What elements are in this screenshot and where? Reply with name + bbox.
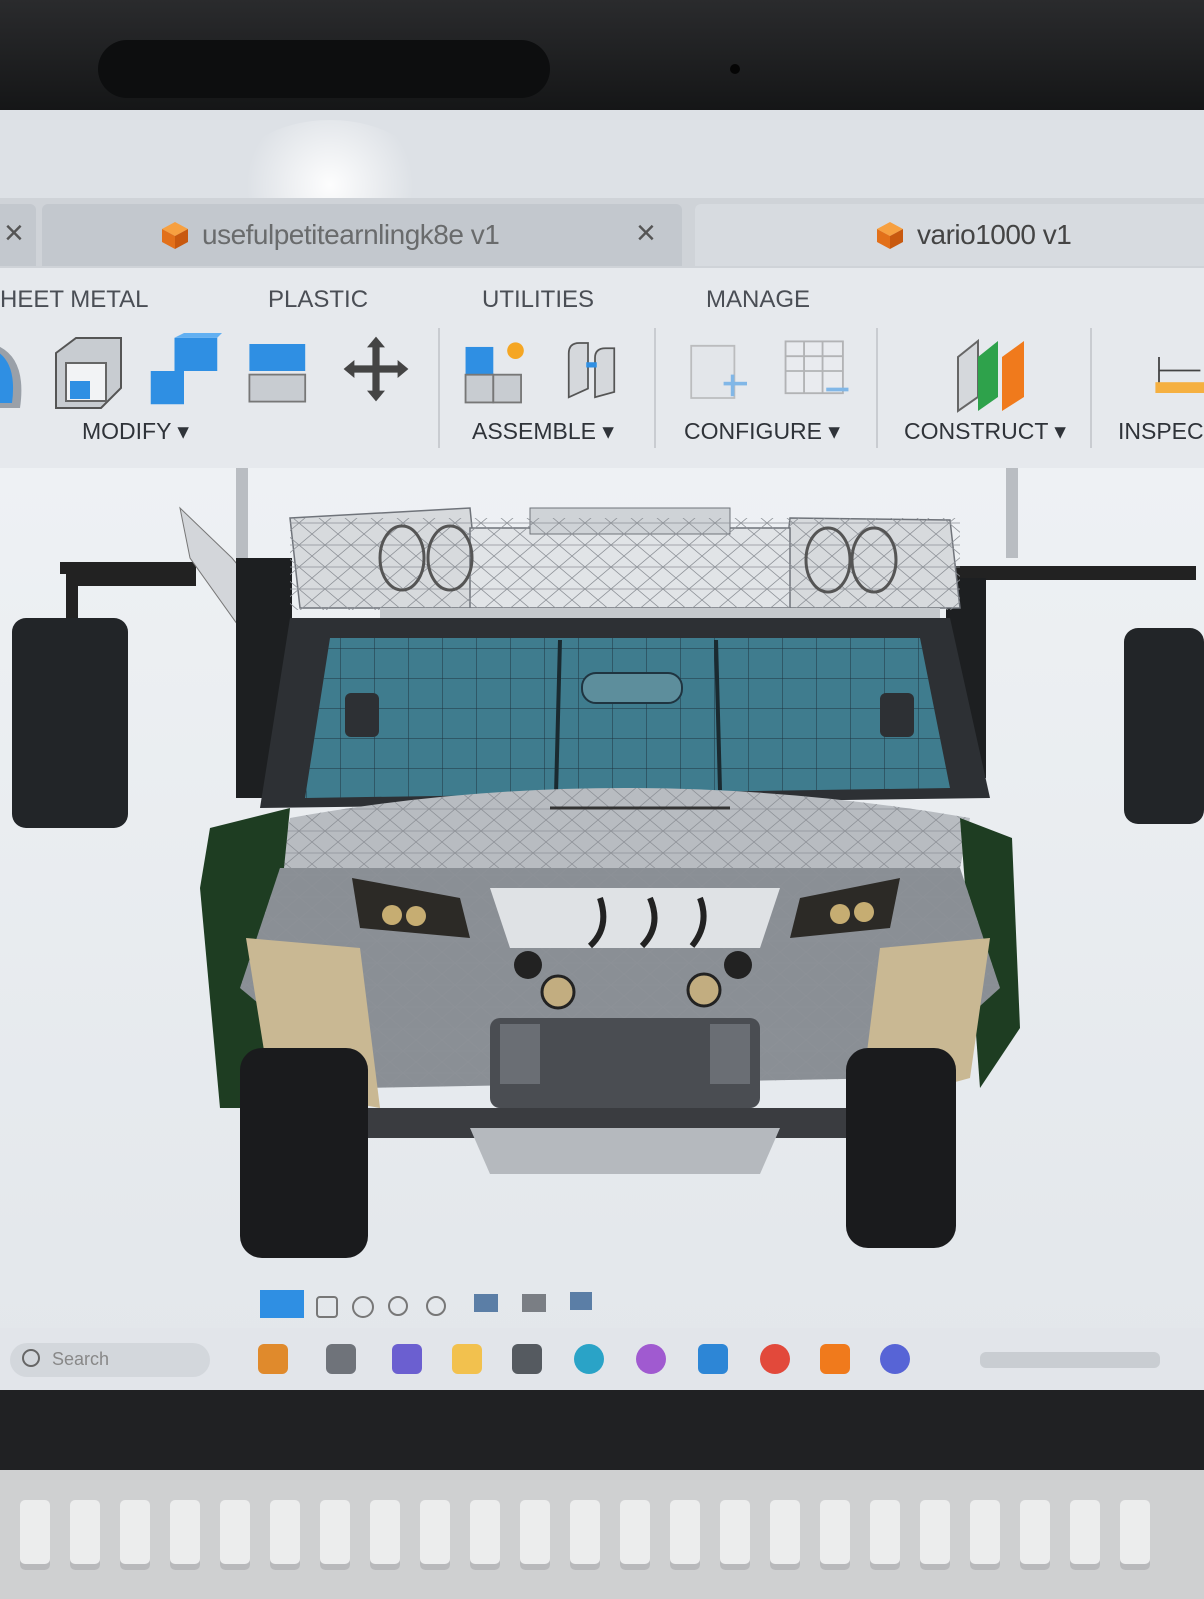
store-icon[interactable] [512, 1344, 542, 1374]
podcast-icon[interactable] [636, 1344, 666, 1374]
new-component-icon[interactable] [460, 333, 534, 409]
modify-menu[interactable]: MODIFY ▾ [82, 418, 189, 445]
keyboard-key [270, 1500, 300, 1570]
document-tab-partial[interactable]: × [0, 204, 36, 266]
zoom-window-icon[interactable] [426, 1296, 446, 1316]
keyboard-key [1020, 1500, 1050, 1570]
keyboard-key [720, 1500, 750, 1570]
keyboard-key [220, 1500, 250, 1570]
laptop-bottom-bezel [0, 1390, 1204, 1480]
keyboard-key [70, 1500, 100, 1570]
configuration-table-icon[interactable] [780, 333, 854, 409]
folder-icon[interactable] [452, 1344, 482, 1374]
file-icon[interactable] [326, 1344, 356, 1374]
keyboard-key [570, 1500, 600, 1570]
keyboard-key [770, 1500, 800, 1570]
pan-icon[interactable] [316, 1296, 338, 1318]
close-icon[interactable]: × [636, 214, 656, 253]
design-viewport[interactable] [0, 468, 1204, 1348]
tab-plastic[interactable]: PLASTIC [268, 286, 368, 314]
windows-taskbar: Search [0, 1328, 1204, 1390]
shell-icon[interactable] [46, 333, 126, 413]
keyboard-key [420, 1500, 450, 1570]
keyboard-key [20, 1500, 50, 1570]
measure-icon[interactable] [1150, 348, 1204, 402]
toolbar-separator [438, 328, 440, 448]
construct-menu[interactable]: CONSTRUCT ▾ [904, 418, 1066, 445]
taskbar-search[interactable]: Search [10, 1343, 210, 1377]
briefcase-icon[interactable] [258, 1344, 288, 1374]
keyboard-key [920, 1500, 950, 1570]
keyboard-key [120, 1500, 150, 1570]
tab-utilities[interactable]: UTILITIES [482, 286, 594, 314]
webcam-lens [730, 64, 740, 74]
webcam-strip [98, 40, 550, 98]
offset-plane-icon[interactable] [952, 333, 1032, 413]
toolbar-separator [1090, 328, 1092, 448]
keyboard-key [1120, 1500, 1150, 1570]
move-copy-icon[interactable] [340, 333, 412, 405]
hand-icon[interactable] [352, 1296, 374, 1318]
edge-browser-icon[interactable] [574, 1344, 604, 1374]
joint-icon[interactable] [560, 333, 630, 409]
laptop-top-bezel [0, 0, 1204, 115]
document-tab[interactable]: usefulpetitearnlingk8e v1 × [42, 204, 682, 266]
chrome-icon[interactable] [760, 1344, 790, 1374]
keyboard-key [970, 1500, 1000, 1570]
fusion-app-icon[interactable] [820, 1344, 850, 1374]
ribbon-toolbar: HEET METAL PLASTIC UTILITIES MANAGE MODI… [0, 268, 1204, 468]
combine-icon[interactable] [146, 333, 222, 409]
laptop-screen: × usefulpetitearnlingk8e v1 × vario1000 … [0, 110, 1204, 1390]
application-title-bar [0, 110, 1204, 198]
tab-sheet-metal[interactable]: HEET METAL [0, 286, 148, 314]
inspect-menu[interactable]: INSPEC [1118, 418, 1204, 445]
search-placeholder: Search [52, 1349, 110, 1369]
keyboard-key [520, 1500, 550, 1570]
viewports-icon[interactable] [570, 1292, 592, 1310]
document-tab-active[interactable]: vario1000 v1 [695, 204, 1204, 266]
close-icon[interactable]: × [4, 214, 24, 253]
keyboard-key [470, 1500, 500, 1570]
keyboard-key [320, 1500, 350, 1570]
keyboard-key [170, 1500, 200, 1570]
assemble-menu[interactable]: ASSEMBLE ▾ [472, 418, 614, 445]
system-tray-icons[interactable] [980, 1352, 1160, 1368]
keyboard-key [370, 1500, 400, 1570]
zoom-icon[interactable] [388, 1296, 408, 1316]
vscode-icon[interactable] [698, 1344, 728, 1374]
grid-settings-icon[interactable] [522, 1294, 546, 1312]
keyboard-key [870, 1500, 900, 1570]
display-settings-icon[interactable] [474, 1294, 498, 1312]
toolbar-separator [876, 328, 878, 448]
keyboard-key [820, 1500, 850, 1570]
chat-icon[interactable] [392, 1344, 422, 1374]
search-icon [22, 1349, 40, 1367]
tab-label: vario1000 v1 [917, 219, 1072, 250]
toolbar-separator [654, 328, 656, 448]
tab-label: usefulpetitearnlingk8e v1 [202, 219, 500, 250]
tab-manage[interactable]: MANAGE [706, 286, 810, 314]
laptop-keyboard [0, 1470, 1204, 1599]
document-tab-bar: × usefulpetitearnlingk8e v1 × vario1000 … [0, 198, 1204, 268]
teams-icon[interactable] [880, 1344, 910, 1374]
configure-menu[interactable]: CONFIGURE ▾ [684, 418, 840, 445]
configure-body-icon[interactable] [684, 333, 756, 409]
keyboard-key [670, 1500, 700, 1570]
component-cube-icon [162, 222, 188, 249]
vehicle-3d-model[interactable] [0, 468, 1204, 1348]
keyboard-key [620, 1500, 650, 1570]
component-cube-icon [877, 222, 903, 249]
viewport-navigation-bar [260, 1288, 620, 1322]
fillet-icon[interactable] [0, 333, 30, 413]
replace-face-icon[interactable] [244, 333, 316, 409]
keyboard-key [1070, 1500, 1100, 1570]
orbit-icon[interactable] [260, 1290, 304, 1318]
